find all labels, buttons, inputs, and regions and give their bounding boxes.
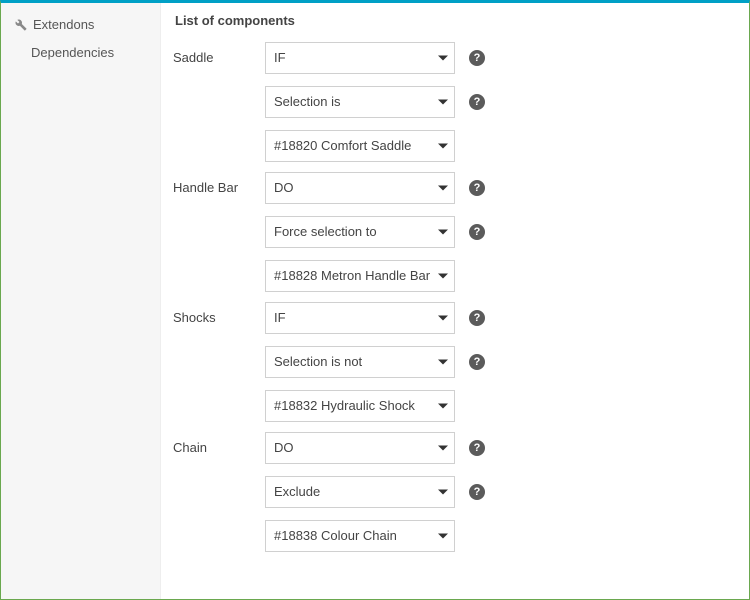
section-title: List of components: [173, 13, 729, 42]
select-value[interactable]: #18832 Hydraulic Shock: [265, 390, 455, 422]
select-dropdown[interactable]: DO: [265, 432, 455, 464]
control-line: #18838 Colour Chain?: [265, 520, 485, 552]
app-frame: Extendons Dependencies List of component…: [0, 0, 750, 600]
select-dropdown[interactable]: Selection is: [265, 86, 455, 118]
component-label: Handle Bar: [173, 172, 265, 195]
select-dropdown[interactable]: #18838 Colour Chain: [265, 520, 455, 552]
help-icon[interactable]: ?: [469, 440, 485, 456]
control-line: #18820 Comfort Saddle?: [265, 130, 485, 162]
select-value[interactable]: Exclude: [265, 476, 455, 508]
sidebar-item-dependencies[interactable]: Dependencies: [1, 39, 160, 67]
select-dropdown[interactable]: Exclude: [265, 476, 455, 508]
control-line: IF?: [265, 302, 485, 334]
control-line: Selection is?: [265, 86, 485, 118]
component-row: ShocksIF?Selection is not?#18832 Hydraul…: [173, 302, 729, 422]
help-icon[interactable]: ?: [469, 354, 485, 370]
control-line: DO?: [265, 432, 485, 464]
select-value[interactable]: #18820 Comfort Saddle: [265, 130, 455, 162]
help-icon[interactable]: ?: [469, 484, 485, 500]
component-label: Saddle: [173, 42, 265, 65]
help-icon[interactable]: ?: [469, 94, 485, 110]
control-line: DO?: [265, 172, 485, 204]
main-panel: List of components SaddleIF?Selection is…: [161, 3, 749, 599]
component-controls: DO?Force selection to?#18828 Metron Hand…: [265, 172, 485, 292]
select-dropdown[interactable]: Selection is not: [265, 346, 455, 378]
select-dropdown[interactable]: DO: [265, 172, 455, 204]
component-row: SaddleIF?Selection is?#18820 Comfort Sad…: [173, 42, 729, 162]
select-value[interactable]: Selection is not: [265, 346, 455, 378]
select-value[interactable]: DO: [265, 432, 455, 464]
component-controls: DO?Exclude?#18838 Colour Chain?: [265, 432, 485, 552]
select-value[interactable]: #18828 Metron Handle Bar: [265, 260, 455, 292]
component-controls: IF?Selection is?#18820 Comfort Saddle?: [265, 42, 485, 162]
select-value[interactable]: Selection is: [265, 86, 455, 118]
component-row: Handle BarDO?Force selection to?#18828 M…: [173, 172, 729, 292]
select-value[interactable]: Force selection to: [265, 216, 455, 248]
control-line: #18828 Metron Handle Bar?: [265, 260, 485, 292]
sidebar-item-label: Dependencies: [31, 43, 114, 63]
select-value[interactable]: DO: [265, 172, 455, 204]
control-line: Force selection to?: [265, 216, 485, 248]
sidebar-item-label: Extendons: [33, 15, 94, 35]
control-line: #18832 Hydraulic Shock?: [265, 390, 485, 422]
wrench-icon: [15, 19, 27, 31]
select-dropdown[interactable]: IF: [265, 302, 455, 334]
select-dropdown[interactable]: #18832 Hydraulic Shock: [265, 390, 455, 422]
component-label: Chain: [173, 432, 265, 455]
help-icon[interactable]: ?: [469, 224, 485, 240]
sidebar: Extendons Dependencies: [1, 3, 161, 599]
select-dropdown[interactable]: IF: [265, 42, 455, 74]
select-dropdown[interactable]: #18828 Metron Handle Bar: [265, 260, 455, 292]
select-value[interactable]: #18838 Colour Chain: [265, 520, 455, 552]
control-line: Selection is not?: [265, 346, 485, 378]
help-icon[interactable]: ?: [469, 310, 485, 326]
control-line: IF?: [265, 42, 485, 74]
help-icon[interactable]: ?: [469, 50, 485, 66]
sidebar-item-extendons[interactable]: Extendons: [1, 11, 160, 39]
component-controls: IF?Selection is not?#18832 Hydraulic Sho…: [265, 302, 485, 422]
select-dropdown[interactable]: Force selection to: [265, 216, 455, 248]
control-line: Exclude?: [265, 476, 485, 508]
component-label: Shocks: [173, 302, 265, 325]
component-row: ChainDO?Exclude?#18838 Colour Chain?: [173, 432, 729, 552]
components-container: SaddleIF?Selection is?#18820 Comfort Sad…: [173, 42, 729, 552]
select-value[interactable]: IF: [265, 42, 455, 74]
select-dropdown[interactable]: #18820 Comfort Saddle: [265, 130, 455, 162]
help-icon[interactable]: ?: [469, 180, 485, 196]
select-value[interactable]: IF: [265, 302, 455, 334]
